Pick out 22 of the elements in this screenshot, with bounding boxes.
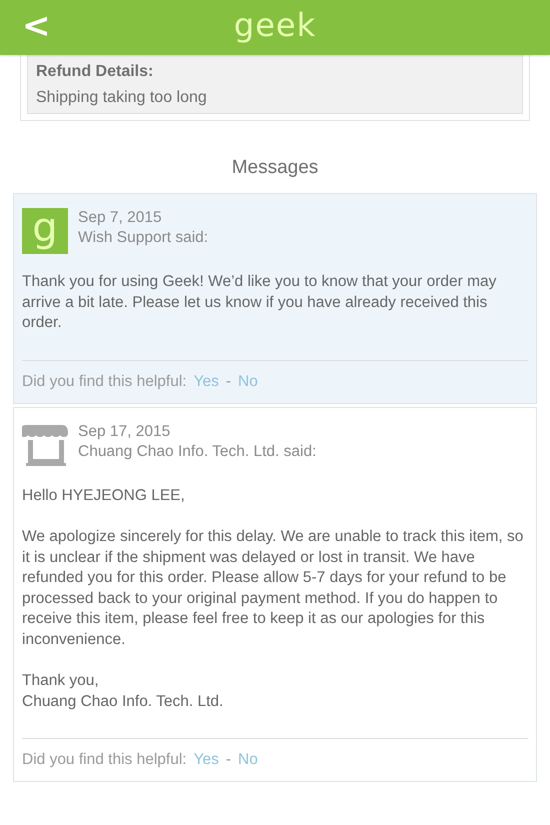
- message-text: Hello HYEJEONG LEE,: [22, 486, 186, 506]
- no-link[interactable]: No: [238, 372, 258, 390]
- yes-link[interactable]: Yes: [194, 751, 219, 769]
- yes-link[interactable]: Yes: [194, 372, 219, 390]
- helpful-question: Did you find this helpful:: [22, 372, 187, 390]
- link-separator: -: [226, 372, 232, 390]
- message-text: We apologize sincerely for this delay. We are unable to track this item, so it is unclear if the shipment was delayed or lost in transit. We have refunded you for this order. Please allow 5-7 days for your refund to be processed back to your original payment method. If you do happen to receive this item, please feel free to keep it as our apologies for this inconvenience.: [22, 527, 524, 650]
- message-date: Sep 7, 2015: [78, 208, 163, 228]
- message-text: Thank you, Chuang Chao Info. Tech. Ltd.: [22, 671, 224, 712]
- avatar-logo: g: [22, 208, 68, 254]
- helpful-question: Did you find this helpful:: [22, 751, 187, 769]
- message-author: Wish Support said:: [78, 228, 208, 248]
- back-button[interactable]: <: [22, 8, 50, 46]
- messages-heading: Messages: [232, 157, 318, 178]
- refund-details-label: Refund Details:: [36, 63, 154, 81]
- message-author: Chuang Chao Info. Tech. Ltd. said:: [78, 442, 316, 462]
- message-text: Thank you for using Geek! We’d like you to know that your order may arrive a bit late. Please let us know if you have already received this order.: [22, 272, 498, 333]
- app-logo: geek: [234, 6, 316, 44]
- refund-reason: Shipping taking too long: [36, 89, 208, 107]
- message-date: Sep 17, 2015: [78, 422, 172, 442]
- no-link[interactable]: No: [238, 751, 258, 769]
- link-separator: -: [226, 751, 232, 769]
